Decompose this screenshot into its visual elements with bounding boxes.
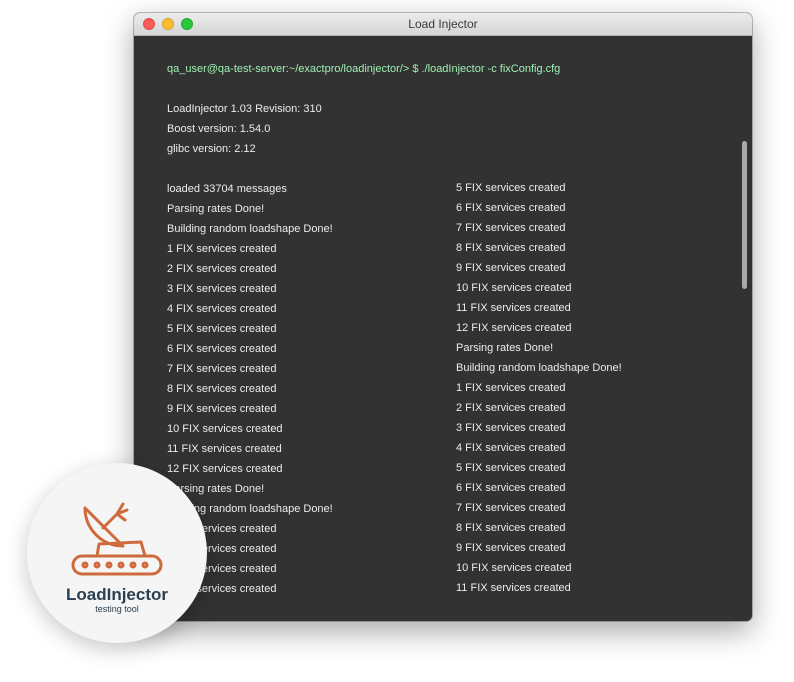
output-line: 4 FIX services created: [167, 303, 277, 315]
logo-name: LoadInjector: [65, 585, 168, 604]
output-line: 5 FIX services created: [167, 323, 277, 335]
output-line: 9 FIX services created: [167, 403, 277, 415]
output-line: 5 FIX services created: [456, 462, 566, 474]
output-line: 1 FIX services created: [456, 382, 566, 394]
output-line: 9 FIX services created: [456, 262, 566, 274]
output-line: 10 FIX services created: [167, 423, 283, 435]
output-line: 2 FIX services created: [456, 402, 566, 414]
output-line: Building random loadshape Done!: [456, 362, 622, 374]
output-line: 3 FIX services created: [167, 283, 277, 295]
command-prompt: qa_user@qa-test-server:~/exactpro/loadin…: [167, 63, 561, 75]
output-line: loaded 33704 messages: [167, 183, 287, 195]
output-line: Boost version: 1.54.0: [167, 123, 271, 135]
window-title: Load Injector: [408, 17, 478, 31]
output-line: 12 FIX services created: [167, 463, 283, 475]
title-bar[interactable]: Load Injector: [134, 13, 752, 36]
output-line: 8 FIX services created: [167, 383, 277, 395]
satellite-dish-tank-icon: [71, 502, 163, 576]
output-line: 4 FIX services created: [456, 442, 566, 454]
output-line: glibc version: 2.12: [167, 143, 256, 155]
output-line: 7 FIX services created: [456, 502, 566, 514]
output-line: 6 FIX services created: [456, 202, 566, 214]
output-line: 12 FIX services created: [456, 322, 572, 334]
output-line: 1 FIX services created: [167, 243, 277, 255]
terminal-output[interactable]: qa_user@qa-test-server:~/exactpro/loadin…: [134, 36, 752, 621]
output-line: Parsing rates Done!: [167, 203, 265, 215]
output-line: 3 FIX services created: [456, 422, 566, 434]
output-line: Building random loadshape Done!: [167, 223, 333, 235]
output-line: 5 FIX services created: [456, 182, 566, 194]
logo-tagline: testing tool: [95, 604, 139, 614]
output-line: 7 FIX services created: [167, 363, 277, 375]
logo-badge: LoadInjector testing tool: [27, 463, 207, 643]
output-line: 11 FIX services created: [456, 302, 571, 314]
output-line: 2 FIX services created: [167, 263, 277, 275]
output-line: 8 FIX services created: [456, 522, 566, 534]
output-line: 10 FIX services created: [456, 282, 572, 294]
output-line: 11 FIX services created: [456, 582, 571, 594]
output-line: 11 FIX services created: [167, 443, 282, 455]
output-line: 10 FIX services created: [456, 562, 572, 574]
output-line: 6 FIX services created: [167, 343, 277, 355]
output-line: LoadInjector 1.03 Revision: 310: [167, 103, 322, 115]
output-line: 7 FIX services created: [456, 222, 566, 234]
output-line: 6 FIX services created: [456, 482, 566, 494]
scrollbar-thumb[interactable]: [742, 141, 747, 289]
output-line: 9 FIX services created: [456, 542, 566, 554]
output-line: Parsing rates Done!: [456, 342, 554, 354]
output-line: 8 FIX services created: [456, 242, 566, 254]
terminal-window: Load Injector qa_user@qa-test-server:~/e…: [134, 13, 752, 621]
